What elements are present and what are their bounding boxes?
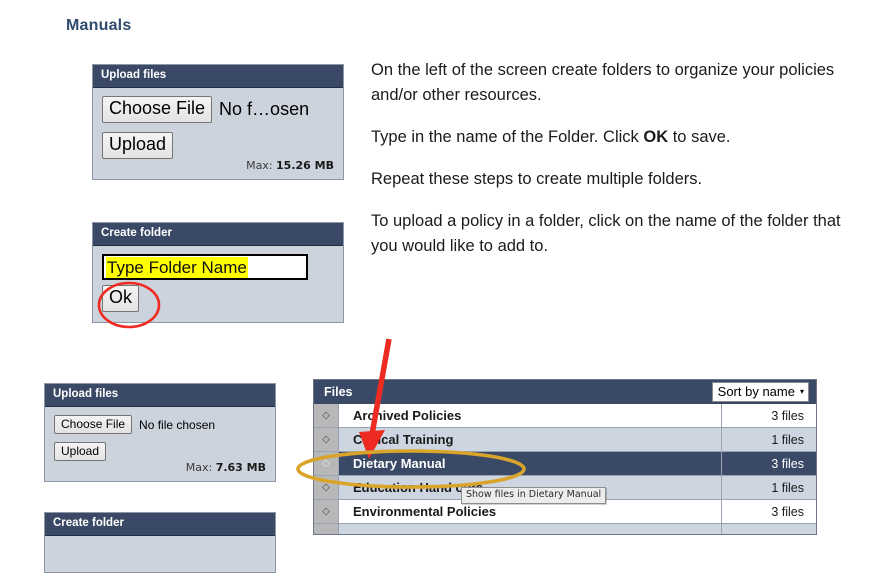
upload-button-bottom[interactable]: Upload — [54, 442, 107, 461]
create-folder-panel-top-header: Create folder — [93, 223, 343, 246]
create-folder-panel-bottom-body — [45, 536, 275, 551]
drag-handle-icon[interactable] — [314, 524, 339, 534]
tooltip-show-files: Show files in Dietary Manual — [461, 487, 607, 504]
file-count-cell: 3 files — [721, 452, 816, 475]
upload-files-panel-top: Upload files Choose File No f…osen Upload… — [92, 64, 344, 180]
file-picker-row-bottom: Choose File No file chosen — [54, 415, 266, 434]
folder-name-cell[interactable] — [339, 524, 721, 534]
create-folder-panel-top-body: Type Folder Name Ok — [93, 246, 343, 322]
max-size-line-top: Max: 15.26 MB — [102, 159, 334, 172]
drag-handle-icon[interactable]: ◇ — [314, 428, 339, 451]
files-panel-header: Files Sort by name ▾ — [314, 380, 816, 404]
file-picker-row-top: Choose File No f…osen — [102, 96, 334, 123]
folder-name-cell[interactable]: Clinical Training — [339, 428, 721, 451]
folder-name-input-value: Type Folder Name — [106, 257, 248, 278]
create-folder-panel-bottom-header: Create folder — [45, 513, 275, 536]
drag-handle-icon[interactable]: ◇ — [314, 404, 339, 427]
upload-button-top[interactable]: Upload — [102, 132, 174, 159]
upload-row-top: Upload — [102, 132, 334, 159]
file-count-cell: 1 files — [721, 476, 816, 499]
folder-name-input[interactable]: Type Folder Name — [102, 254, 308, 280]
instructions-text: On the left of the screen create folders… — [371, 58, 843, 276]
upload-files-panel-bottom-body: Choose File No file chosen Upload Max: 7.… — [45, 407, 275, 481]
ok-button[interactable]: Ok — [102, 285, 140, 312]
folder-name-cell[interactable]: Dietary Manual — [339, 452, 721, 475]
drag-handle-icon[interactable]: ◇ — [314, 476, 339, 499]
files-panel: Files Sort by name ▾ ◇ Archived Policies… — [313, 379, 817, 535]
choose-file-button-top[interactable]: Choose File — [102, 96, 213, 123]
page-title: Manuals — [66, 17, 132, 34]
chevron-down-icon: ▾ — [799, 387, 804, 396]
table-row[interactable]: ◇ Clinical Training 1 files — [314, 428, 816, 452]
chosen-file-label-top: No f…osen — [219, 99, 310, 119]
file-count-cell: 3 files — [721, 404, 816, 427]
instruction-paragraph-4: To upload a policy in a folder, click on… — [371, 212, 841, 255]
ok-button-row: Ok — [102, 285, 334, 312]
files-panel-title: Files — [324, 385, 353, 399]
max-size-value-bottom: 7.63 MB — [215, 461, 266, 474]
max-size-label-top: Max: — [246, 159, 273, 172]
chosen-file-label-bottom: No file chosen — [139, 417, 216, 432]
create-folder-panel-top: Create folder Type Folder Name Ok — [92, 222, 344, 323]
max-size-line-bottom: Max: 7.63 MB — [54, 461, 266, 474]
max-size-label-bottom: Max: — [185, 461, 213, 474]
table-row-partial[interactable] — [314, 524, 816, 534]
upload-files-panel-bottom-header: Upload files — [45, 384, 275, 407]
choose-file-button-bottom[interactable]: Choose File — [54, 415, 133, 434]
instruction-paragraph-1: On the left of the screen create folders… — [371, 61, 835, 104]
table-row-selected[interactable]: ◇ Dietary Manual 3 files — [314, 452, 816, 476]
drag-handle-icon[interactable]: ◇ — [314, 500, 339, 523]
file-count-cell: 1 files — [721, 428, 816, 451]
upload-files-panel-top-body: Choose File No f…osen Upload Max: 15.26 M… — [93, 88, 343, 179]
folder-name-cell[interactable]: Archived Policies — [339, 404, 721, 427]
max-size-value-top: 15.26 MB — [276, 159, 334, 172]
sort-by-dropdown-label: Sort by name — [717, 384, 795, 399]
sort-by-dropdown[interactable]: Sort by name ▾ — [711, 382, 809, 402]
upload-files-panel-top-header: Upload files — [93, 65, 343, 88]
upload-row-bottom: Upload — [54, 442, 266, 461]
file-count-cell: 3 files — [721, 500, 816, 523]
file-count-cell — [721, 524, 816, 534]
drag-handle-icon[interactable]: ◇ — [314, 452, 339, 475]
create-folder-panel-bottom: Create folder — [44, 512, 276, 573]
table-row[interactable]: ◇ Archived Policies 3 files — [314, 404, 816, 428]
instruction-paragraph-3: Repeat these steps to create multiple fo… — [371, 170, 703, 188]
instruction-paragraph-2: Type in the name of the Folder. Click OK… — [371, 128, 731, 146]
upload-files-panel-bottom: Upload files Choose File No file chosen U… — [44, 383, 276, 482]
